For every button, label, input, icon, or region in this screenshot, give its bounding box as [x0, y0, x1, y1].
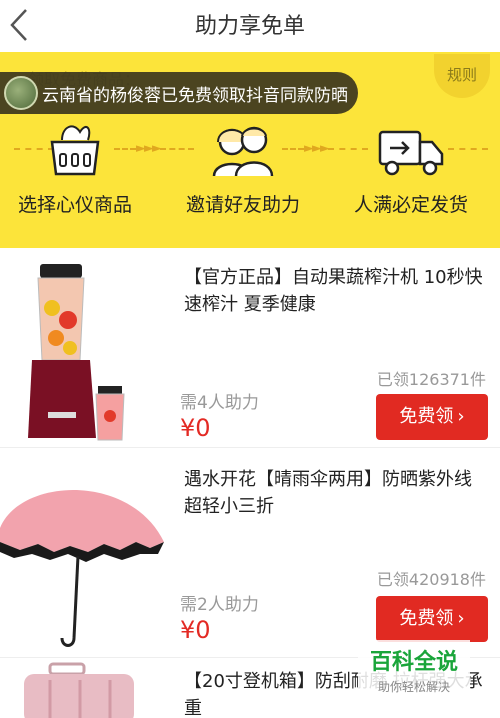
watermark-logo: 百科全说 助你轻松解决 [358, 640, 470, 700]
page-title: 助力享免单 [194, 14, 305, 39]
chevron-right-icon: › [457, 406, 465, 427]
free-claim-button[interactable]: 免费领 › [376, 394, 488, 440]
claim-notice-text: 云南省的杨俊蓉已免费领取抖音同款防晒 [42, 86, 348, 106]
step-label: 选择心仪商品 [17, 194, 132, 216]
step-choose-product: 选择心仪商品 [0, 118, 150, 217]
claimed-count: 已领420918件 [376, 570, 486, 589]
helpers-needed: 需2人助力 [180, 595, 259, 615]
avatar [4, 76, 38, 110]
price: ¥0 [180, 414, 211, 442]
luggage-image [0, 660, 170, 718]
truck-icon [376, 118, 446, 180]
free-claim-button[interactable]: 免费领 › [376, 596, 488, 642]
step-label: 人满必定发货 [353, 194, 468, 216]
watermark-main-text: 百科全说 [369, 650, 458, 675]
product-title[interactable]: 遇水开花【晴雨伞两用】防晒紫外线 超轻小三折 [184, 466, 484, 520]
top-nav-bar: 助力享免单 [0, 0, 500, 52]
steps-row: ►►► ►►► 选择心仪商品 邀请好友助力 人满必定发货 [0, 118, 500, 238]
product-title[interactable]: 【官方正品】自动果蔬榨汁机 10秒快速榨汁 夏季健康 [184, 264, 484, 318]
watermark-sub-text: 助你轻松解决 [377, 680, 450, 694]
step-label: 邀请好友助力 [185, 194, 300, 216]
free-claim-label: 免费领 [399, 608, 454, 629]
chevron-right-icon: › [457, 608, 465, 629]
basket-icon [40, 118, 110, 180]
umbrella-image [0, 458, 170, 658]
promo-banner: 领取免费商品： 规则 云南省的杨俊蓉已免费领取抖音同款防晒 ►►► ►►► [0, 52, 500, 248]
helpers-needed: 需4人助力 [180, 393, 259, 413]
juicer-image [0, 248, 170, 448]
claimed-count: 已领126371件 [376, 370, 486, 389]
free-claim-label: 免费领 [399, 406, 454, 427]
price: ¥0 [180, 616, 211, 644]
claim-notice: 云南省的杨俊蓉已免费领取抖音同款防晒 [0, 72, 358, 114]
friends-icon [208, 118, 278, 180]
list-item[interactable]: 遇水开花【晴雨伞两用】防晒紫外线 超轻小三折 已领420918件 需2人助力 ¥… [0, 458, 500, 658]
step-ship: 人满必定发货 [336, 118, 486, 217]
step-invite-friends: 邀请好友助力 [168, 118, 318, 217]
rules-button[interactable]: 规则 [434, 54, 490, 98]
list-item[interactable]: 【官方正品】自动果蔬榨汁机 10秒快速榨汁 夏季健康 已领126371件 需4人… [0, 248, 500, 448]
